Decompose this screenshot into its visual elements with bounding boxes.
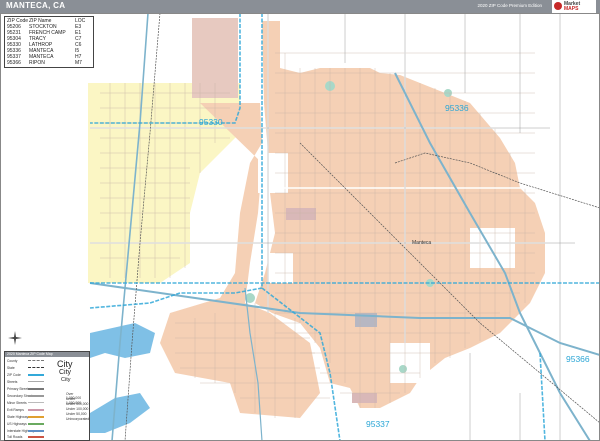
legend-row: ZIP Code xyxy=(7,373,44,377)
special-use-area xyxy=(352,393,377,403)
legend-label: US Highways xyxy=(7,422,27,426)
secondary-street-icon xyxy=(28,395,44,397)
park xyxy=(399,365,407,373)
place-label-manteca: Manteca xyxy=(412,240,432,246)
legend-label: Minor Streets xyxy=(7,401,27,405)
toll-road-icon xyxy=(28,436,44,438)
unincorporated-gap xyxy=(268,253,293,283)
street-line-icon xyxy=(28,381,44,382)
compass-rose-icon xyxy=(8,331,22,345)
legend-row: Streets xyxy=(7,380,44,384)
legend-row: Minor Streets xyxy=(7,401,44,405)
zip-name-cell: RIPON xyxy=(29,60,45,66)
primary-street-icon xyxy=(28,388,44,390)
legend-header: 2020 Manteca ZIP Code Map xyxy=(5,352,89,357)
state-highway-icon xyxy=(28,416,44,418)
legend-label: State xyxy=(7,366,15,370)
logo-line-2: MAPS xyxy=(564,6,579,12)
legend-row: Toll Roads xyxy=(7,435,44,439)
zip-loc-cell: M7 xyxy=(75,60,82,66)
legend-label: State Highways xyxy=(7,415,30,419)
legend-row: State Highways xyxy=(7,415,44,419)
county-line-icon xyxy=(28,360,44,363)
zip-table-row: 95366 RIPON M7 xyxy=(7,60,91,66)
legend-row: Primary Streets xyxy=(7,387,44,391)
title-bar: MANTECA, CA 2020 ZIP Code Premium Editio… xyxy=(0,0,600,13)
legend-label: Streets xyxy=(7,380,18,384)
city-sample-medium: City xyxy=(59,369,72,376)
population-label: Under 500,000 xyxy=(66,402,89,406)
zip-line-icon xyxy=(28,374,44,376)
legend-label: Toll Roads xyxy=(7,435,23,439)
unincorporated-gap xyxy=(470,228,515,268)
exit-ramp-icon xyxy=(28,409,44,411)
state-line-icon xyxy=(28,367,44,370)
zip-label: 95330 xyxy=(199,117,223,127)
zip-label: 95337 xyxy=(366,419,390,429)
legend-row: Interstate Highways xyxy=(7,429,44,433)
legend-row: US Highways xyxy=(7,422,44,426)
city-sample-large: City xyxy=(57,359,73,369)
unincorporated-gap xyxy=(390,343,430,383)
population-label: Under 100,000 xyxy=(66,407,89,411)
legend-label: Primary Streets xyxy=(7,387,30,391)
map-title: MANTECA, CA xyxy=(6,1,66,10)
market-maps-logo: Market MAPS xyxy=(552,0,596,13)
legend-row: Secondary Streets xyxy=(7,394,44,398)
city-sample-small: City xyxy=(61,377,71,383)
population-label: Under 50,000 xyxy=(66,412,87,416)
legend-label: ZIP Code xyxy=(7,373,21,377)
minor-street-icon xyxy=(28,402,44,403)
legend-row: State xyxy=(7,366,44,370)
map-frame: MANTECA, CA 2020 ZIP Code Premium Editio… xyxy=(0,0,600,441)
legend-label: Exit Ramps xyxy=(7,408,24,412)
special-use-area xyxy=(286,208,316,220)
population-label: Unincorporated xyxy=(66,417,90,421)
us-highway-icon xyxy=(28,423,44,425)
legend-row: County xyxy=(7,359,44,363)
zip-code-cell: 95366 xyxy=(7,60,21,66)
logo-mark-icon xyxy=(554,2,562,10)
zip-label: 95366 xyxy=(566,354,590,364)
legend-row: Exit Ramps xyxy=(7,408,44,412)
interstate-icon xyxy=(28,430,44,432)
map-legend: 2020 Manteca ZIP Code Map County State Z… xyxy=(4,351,90,441)
map-canvas[interactable] xyxy=(0,13,600,441)
zip-label: 95336 xyxy=(445,103,469,113)
legend-label: County xyxy=(7,359,18,363)
zip-code-table: ZIP Code ZIP Name LOC 95206 STOCKTON E3 … xyxy=(4,16,94,68)
edition-label: 2020 ZIP Code Premium Edition xyxy=(477,3,542,8)
